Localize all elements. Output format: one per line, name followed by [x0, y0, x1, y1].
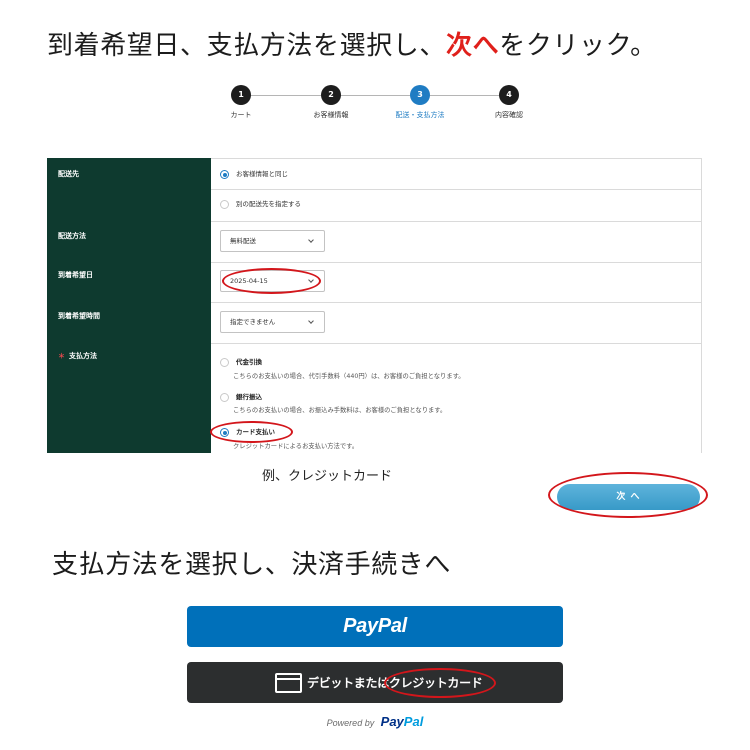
- select-value: 2025-04-15: [230, 277, 268, 285]
- payment-method-label-text: 支払方法: [69, 352, 97, 360]
- step-label: お客様情報: [313, 111, 349, 119]
- step-confirmation: 4 内容確認: [469, 85, 549, 120]
- row-divider: [211, 158, 702, 159]
- delivery-time-label: 到着希望時間: [58, 312, 100, 320]
- credit-card-icon: [275, 672, 302, 693]
- row-divider: [211, 189, 702, 190]
- payment-option-card[interactable]: カード支払い: [210, 421, 293, 443]
- paypal-button[interactable]: PayPal: [187, 606, 563, 647]
- option-label: 代金引換: [236, 358, 262, 366]
- delivery-date-select[interactable]: 2025-04-15: [220, 268, 325, 294]
- card-stripe: [277, 677, 300, 680]
- delivery-date-label: 到着希望日: [58, 271, 93, 279]
- step-label: カート: [230, 111, 252, 119]
- option-label: 別の配送先を指定する: [236, 200, 301, 208]
- guide-heading-text: 到着希望日、支払方法を選択し、: [47, 31, 447, 61]
- payment-option-bank-transfer[interactable]: 銀行振込: [220, 393, 262, 402]
- guide-heading-select-and-next: 到着希望日、支払方法を選択し、次へをクリック。: [47, 30, 657, 62]
- row-divider: [211, 221, 702, 222]
- step-number-badge: 2: [321, 85, 341, 105]
- next-keyword: 次へ: [446, 31, 500, 61]
- debit-credit-card-button[interactable]: デビットまたはクレジットカード: [187, 662, 563, 703]
- radio-button[interactable]: [220, 200, 229, 209]
- powered-by-text: Powered by: [326, 718, 375, 728]
- checkout-guide: 到着希望日、支払方法を選択し、次へをクリック。 1 カート 2 お客様情報 3 …: [0, 0, 750, 750]
- step-label: 内容確認: [495, 111, 523, 119]
- radio-button[interactable]: [220, 358, 229, 367]
- guide-heading-text-end: をクリック。: [499, 31, 657, 61]
- row-divider: [211, 262, 702, 263]
- guide-heading-select-payment: 支払方法を選択し、決済手続きへ: [52, 550, 452, 580]
- payment-option-description: こちらのお支払いの場合、お振込み手数料は、お客様のご負担となります。: [233, 407, 447, 414]
- shipping-method-select[interactable]: 無料配送: [220, 230, 325, 252]
- shipping-method-label: 配送方法: [58, 232, 86, 240]
- destination-option-other-address[interactable]: 別の配送先を指定する: [220, 200, 301, 209]
- radio-button[interactable]: [220, 170, 229, 179]
- step-customer-info: 2 お客様情報: [291, 85, 371, 120]
- step-number-badge: 3: [410, 85, 430, 105]
- required-mark: ＊: [58, 352, 65, 360]
- form-label-column: [47, 158, 211, 453]
- payment-option-description: クレジットカードによるお支払い方法です。: [233, 443, 359, 450]
- delivery-payment-form: 配送先 お客様情報と同じ 別の配送先を指定する 配送方法 無料配送 到着希望日 …: [47, 158, 702, 453]
- chevron-down-icon: [308, 277, 314, 283]
- card-button-label-credit-card: クレジットカード: [388, 676, 483, 690]
- radio-button[interactable]: [220, 428, 229, 437]
- select-value: 指定できません: [230, 318, 276, 326]
- chevron-down-icon: [308, 237, 314, 243]
- payment-option-cash-on-delivery[interactable]: 代金引換: [220, 358, 262, 367]
- step-number-badge: 4: [499, 85, 519, 105]
- step-cart: 1 カート: [201, 85, 281, 120]
- destination-label: 配送先: [58, 170, 79, 178]
- destination-option-same-as-customer[interactable]: お客様情報と同じ: [220, 170, 288, 179]
- example-caption: 例、クレジットカード: [262, 469, 393, 484]
- step-number-badge: 1: [231, 85, 251, 105]
- option-label: 銀行振込: [236, 393, 262, 401]
- row-divider: [211, 302, 702, 303]
- radio-button[interactable]: [220, 393, 229, 402]
- paypal-logo: PayPal: [343, 615, 407, 637]
- powered-by-paypal: Powered by PayPal: [0, 714, 750, 731]
- card-button-label: デビットまたはクレジットカード: [307, 668, 496, 698]
- step-shipping-payment: 3 配送・支払方法: [380, 85, 460, 120]
- paypal-brand-pay: Pay: [380, 714, 404, 729]
- option-label: お客様情報と同じ: [236, 170, 288, 178]
- card-button-content: デビットまたはクレジットカード: [275, 662, 496, 703]
- card-button-label-highlight-wrap: クレジットカード: [383, 668, 496, 698]
- payment-method-label: ＊ 支払方法: [58, 352, 97, 361]
- card-button-label-prefix: デビットまたは: [307, 676, 389, 690]
- next-button[interactable]: 次 へ: [548, 472, 708, 518]
- form-right-border: [701, 158, 702, 453]
- chevron-down-icon: [308, 318, 314, 324]
- delivery-time-select[interactable]: 指定できません: [220, 311, 325, 333]
- payment-option-description: こちらのお支払いの場合、代引手数料（440円）は、お客様のご負担となります。: [233, 373, 465, 380]
- next-button-label: 次 へ: [616, 492, 641, 502]
- option-label: カード支払い: [236, 428, 275, 436]
- paypal-brand-pal: Pal: [403, 714, 424, 729]
- row-divider: [211, 343, 702, 344]
- step-label: 配送・支払方法: [395, 111, 445, 119]
- select-value: 無料配送: [230, 237, 256, 245]
